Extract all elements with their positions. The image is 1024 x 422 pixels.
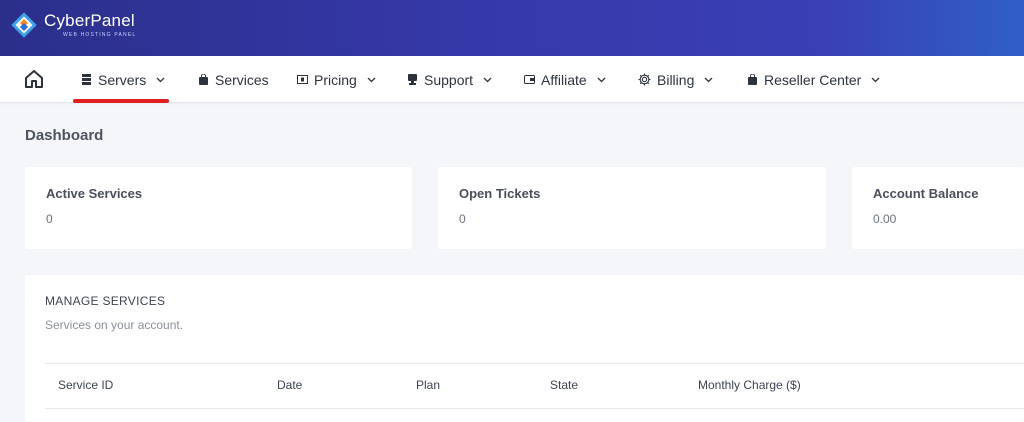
gear-icon	[638, 73, 651, 86]
chevron-down-icon	[156, 77, 165, 83]
cyberpanel-logo[interactable]: CyberPanel WEB HOSTING PANEL	[9, 10, 136, 40]
table-divider	[45, 363, 1024, 364]
active-tab-indicator	[73, 99, 169, 103]
nav-billing[interactable]: Billing	[638, 56, 713, 103]
top-header: CyberPanel WEB HOSTING PANEL	[0, 0, 1024, 56]
nav-affiliate[interactable]: Affiliate	[524, 56, 606, 103]
chevron-down-icon	[483, 77, 492, 83]
bag-icon	[748, 74, 757, 85]
column-header-service-id[interactable]: Service ID	[58, 378, 113, 392]
nav-reseller-center[interactable]: Reseller Center	[747, 56, 880, 103]
stat-value: 0.00	[873, 212, 897, 226]
chevron-down-icon	[597, 77, 606, 83]
home-icon[interactable]	[24, 69, 44, 89]
nav-label-reseller-center: Reseller Center	[764, 71, 862, 88]
page-title: Dashboard	[25, 127, 104, 144]
bag-icon	[199, 74, 208, 85]
chevron-down-icon	[367, 77, 376, 83]
panel-title: MANAGE SERVICES	[45, 294, 166, 308]
stat-label: Active Services	[46, 186, 143, 201]
nav-pricing[interactable]: Pricing	[297, 56, 376, 103]
table-divider	[45, 408, 1024, 409]
stat-card-open-tickets[interactable]: Open Tickets 0	[438, 167, 826, 249]
nav-label-billing: Billing	[657, 71, 695, 88]
stat-label: Account Balance	[873, 186, 979, 201]
nav-support[interactable]: Support	[407, 56, 492, 103]
stat-value: 0	[459, 212, 466, 226]
wallet-icon	[524, 75, 535, 84]
nav-label-services: Services	[215, 71, 269, 88]
nav-label-servers: Servers	[98, 71, 147, 88]
price-tag-icon	[297, 75, 308, 84]
brand-name: CyberPanel	[44, 11, 135, 30]
nav-services[interactable]: Services	[198, 56, 269, 103]
support-icon	[408, 74, 417, 85]
nav-label-support: Support	[424, 71, 474, 88]
column-header-monthly-charge[interactable]: Monthly Charge ($)	[698, 378, 801, 392]
panel-subtitle: Services on your account.	[45, 318, 184, 332]
nav-label-pricing: Pricing	[314, 71, 357, 88]
column-header-state[interactable]: State	[550, 378, 578, 392]
nav-label-affiliate: Affiliate	[541, 71, 587, 88]
stat-label: Open Tickets	[459, 186, 541, 201]
stat-value: 0	[46, 212, 53, 226]
manage-services-panel: MANAGE SERVICES Services on your account…	[25, 275, 1024, 422]
main-navbar: Servers Services Pricing Support Affilia…	[0, 56, 1024, 103]
server-icon	[82, 74, 91, 85]
stat-card-account-balance[interactable]: Account Balance 0.00	[852, 167, 1024, 249]
column-header-date[interactable]: Date	[277, 378, 302, 392]
column-header-plan[interactable]: Plan	[416, 378, 440, 392]
brand-tagline: WEB HOSTING PANEL	[63, 32, 137, 38]
chevron-down-icon	[704, 77, 713, 83]
logo-icon	[11, 12, 37, 38]
stat-card-active-services[interactable]: Active Services 0	[25, 167, 412, 249]
nav-servers[interactable]: Servers	[81, 56, 165, 103]
chevron-down-icon	[871, 77, 880, 83]
